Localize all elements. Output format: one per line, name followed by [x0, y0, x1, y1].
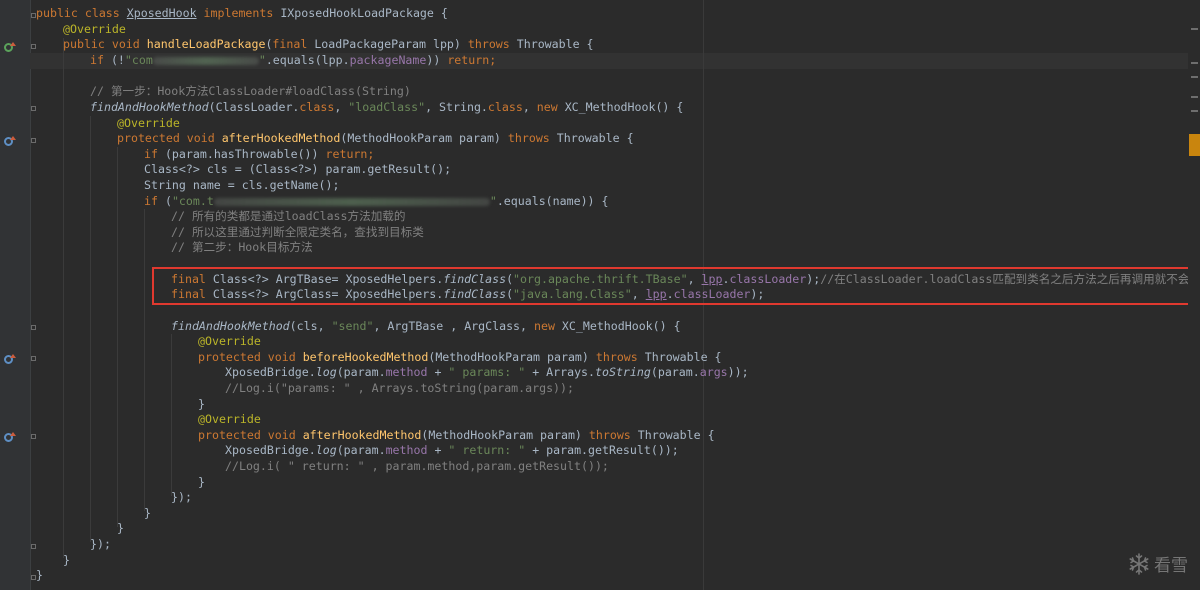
code-line-16: // 第二步：Hook目标方法	[171, 240, 313, 254]
code-line-9: protected void afterHookedMethod(MethodH…	[117, 131, 634, 145]
watermark-text: 看雪	[1154, 556, 1188, 576]
code-line-23: protected void beforeHookedMethod(Method…	[198, 350, 722, 364]
code-line-11: Class<?> cls = (Class<?>) param.getResul…	[144, 162, 452, 176]
code-line-4: if (!"com ".equals(lpp.packageName)) retu…	[90, 53, 497, 67]
watermark-logo: 看雪	[1127, 551, 1188, 576]
scroll-thumb[interactable]	[1189, 134, 1200, 156]
code-line-36: }	[63, 553, 70, 567]
code-line-14: // 所有的类都是通过loadClass方法加载的	[171, 209, 406, 223]
code-line-34: }	[117, 521, 124, 535]
redacted-text	[213, 197, 490, 206]
code-line-32: });	[171, 490, 192, 504]
code-editor[interactable]: public class XposedHook implements IXpos…	[0, 0, 1200, 590]
scroll-marker	[1191, 96, 1198, 98]
code-line-24: XposedBridge.log(param.method + " params…	[225, 365, 749, 379]
code-line-37: }	[36, 568, 43, 582]
code-line-30: //Log.i( " return: " , param.method,para…	[225, 459, 609, 473]
code-line-7: findAndHookMethod(ClassLoader.class, "lo…	[90, 100, 684, 114]
code-line-15: // 所以这里通过判断全限定类名，查找到目标类	[171, 225, 424, 239]
code-line-33: }	[144, 506, 151, 520]
scroll-marker	[1191, 62, 1198, 64]
scroll-marker	[1191, 110, 1198, 112]
override-method-icon[interactable]	[4, 136, 16, 146]
code-line-28: protected void afterHookedMethod(MethodH…	[198, 428, 715, 442]
code-line-27: @Override	[198, 412, 261, 426]
code-line-1: public class XposedHook implements IXpos…	[36, 6, 448, 20]
code-line-21: findAndHookMethod(cls, "send", ArgTBase …	[171, 319, 681, 333]
code-line-25: //Log.i("params: " , Arrays.toString(par…	[225, 381, 575, 395]
editor-gutter	[0, 0, 31, 590]
code-line-22: @Override	[198, 334, 261, 348]
override-method-icon[interactable]	[4, 354, 16, 364]
code-line-6: // 第一步：Hook方法ClassLoader#loadClass(Strin…	[90, 84, 411, 98]
implements-method-icon[interactable]	[4, 42, 16, 52]
snowflake-logo-icon	[1129, 552, 1149, 575]
code-line-31: }	[198, 475, 205, 489]
code-line-3: public void handleLoadPackage(final Load…	[63, 37, 594, 51]
code-line-12: String name = cls.getName();	[144, 178, 340, 192]
code-line-10: if (param.hasThrowable()) return;	[144, 147, 375, 161]
code-line-8: @Override	[117, 116, 180, 130]
override-method-icon[interactable]	[4, 432, 16, 442]
vertical-scrollbar[interactable]	[1188, 0, 1200, 590]
code-line-13: if ("com.t ".equals(name)) {	[144, 194, 609, 208]
scroll-marker	[1191, 28, 1198, 30]
highlight-annotation-box	[152, 267, 1198, 305]
scroll-marker	[1191, 76, 1198, 78]
redacted-text	[152, 56, 259, 65]
code-line-26: }	[198, 397, 205, 411]
code-line-29: XposedBridge.log(param.method + " return…	[225, 443, 679, 457]
code-line-35: });	[90, 537, 111, 551]
code-line-2: @Override	[63, 22, 126, 36]
